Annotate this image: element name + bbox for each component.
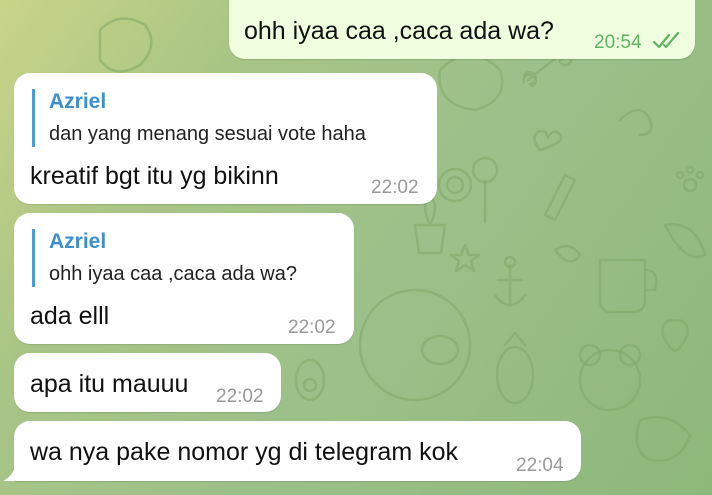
outgoing-message-bubble[interactable]: ohh iyaa caa ,caca ada wa? 20:54 [229, 0, 695, 59]
message-text: kreatif bgt itu yg bikinn [30, 162, 279, 190]
reply-author-name: Azriel [49, 90, 107, 113]
incoming-message-bubble[interactable]: wa nya pake nomor yg di telegram kok 22:… [14, 421, 581, 481]
incoming-message-bubble[interactable]: apa itu mauuu 22:02 [14, 353, 281, 412]
message-text: ohh iyaa caa ,caca ada wa? [244, 17, 554, 45]
message-text: ada elll [30, 302, 110, 330]
reply-quoted-text: dan yang menang sesuai vote haha [49, 123, 366, 145]
message-time: 22:02 [288, 317, 336, 338]
incoming-message-bubble[interactable]: Azriel dan yang menang sesuai vote haha … [14, 73, 437, 204]
double-check-icon [652, 32, 680, 49]
message-time: 22:02 [371, 177, 419, 198]
message-time: 22:02 [216, 386, 264, 407]
message-text: wa nya pake nomor yg di telegram kok [30, 438, 458, 466]
reply-author-name: Azriel [49, 230, 107, 253]
reply-quoted-text: ohh iyaa caa ,caca ada wa? [49, 263, 297, 285]
reply-quote[interactable]: Azriel dan yang menang sesuai vote haha [32, 89, 366, 147]
message-time: 20:54 [594, 32, 642, 53]
reply-quote[interactable]: Azriel ohh iyaa caa ,caca ada wa? [32, 229, 297, 287]
incoming-message-bubble[interactable]: Azriel ohh iyaa caa ,caca ada wa? ada el… [14, 213, 354, 344]
message-time: 22:04 [516, 455, 564, 476]
message-text: apa itu mauuu [30, 370, 189, 398]
